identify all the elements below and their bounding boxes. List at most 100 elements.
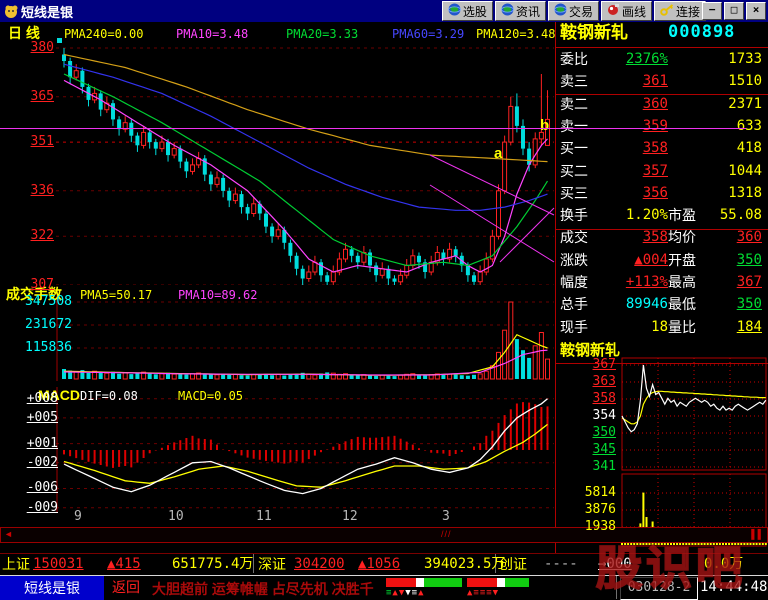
- quote-value: 18: [596, 320, 668, 335]
- quote-value2: 1318: [692, 186, 762, 201]
- close-button[interactable]: ×: [746, 2, 766, 20]
- intraday-price-tick: 345: [584, 442, 616, 457]
- stock-name: 鞍钢新轧: [560, 25, 628, 40]
- intraday-price-tick: 363: [584, 374, 616, 389]
- intraday-volume-tick: 1938: [576, 519, 616, 534]
- status-item: 0.0万: [704, 557, 743, 572]
- minimize-button[interactable]: −: [702, 2, 722, 20]
- month-axis-tick: 12: [342, 509, 358, 524]
- status-item: 651775.4万: [172, 557, 253, 572]
- intraday-price-tick: 367: [584, 357, 616, 372]
- daily-candlestick-chart[interactable]: [0, 22, 556, 285]
- scroll-right-arrow[interactable]: ▌▌: [751, 529, 764, 539]
- draw-line-label: 画线: [622, 3, 646, 20]
- month-axis-tick: 10: [168, 509, 184, 524]
- indicator-pma120: PMA120=3.48: [476, 27, 555, 42]
- quote-value2: 1044: [692, 164, 762, 179]
- price-axis-tick: 322: [14, 228, 54, 243]
- quote-value2[interactable]: 350: [692, 253, 762, 268]
- key-icon: [660, 3, 674, 19]
- draw-icon: [607, 3, 620, 19]
- back-button[interactable]: 返回: [112, 580, 140, 595]
- quote-row-label: 换手: [560, 208, 588, 223]
- status-item[interactable]: ▲415: [107, 557, 141, 572]
- scroll-thumb[interactable]: ///: [441, 529, 452, 539]
- month-axis-tick: 11: [256, 509, 272, 524]
- quote-value[interactable]: 357: [596, 164, 668, 179]
- news-label: 资讯: [516, 3, 540, 20]
- intraday-volume-tick: 3876: [576, 502, 616, 517]
- quote-value[interactable]: +113%: [596, 275, 668, 290]
- market-gauge-1: [386, 578, 462, 587]
- quote-value[interactable]: 361: [596, 74, 668, 89]
- quote-value[interactable]: 2376%: [596, 52, 668, 67]
- macd-axis-tick: -002: [10, 455, 58, 470]
- quote-row-label: 委比: [560, 52, 588, 67]
- indicator-macd: MACD=0.05: [178, 389, 243, 404]
- quote-row-label: 现手: [560, 320, 588, 335]
- gauge-green-segment: [424, 578, 462, 587]
- panel-separator: [556, 94, 768, 95]
- panel-separator: [556, 229, 768, 230]
- quote-value: 89946: [596, 297, 668, 312]
- marquee-text: 大胆超前 运筹帷幄 占尽先机 决胜千里: [152, 579, 380, 597]
- macd-axis-tick: +005: [10, 410, 58, 425]
- status-item[interactable]: 304200: [294, 557, 345, 572]
- volume-axis-tick: 231672: [10, 317, 72, 332]
- intraday-price-tick: 354: [584, 408, 616, 423]
- quote-value[interactable]: 358: [596, 141, 668, 156]
- stock-pick-button[interactable]: 选股: [442, 1, 493, 21]
- scroll-left-arrow[interactable]: ◄: [4, 529, 13, 539]
- status-item[interactable]: →000: [598, 557, 632, 572]
- trade-button[interactable]: 交易: [548, 1, 599, 21]
- trade-label: 交易: [569, 3, 593, 20]
- intraday-price-tick: 358: [584, 391, 616, 406]
- quote-value[interactable]: ▲004: [596, 253, 668, 268]
- connect-button[interactable]: 连接: [654, 1, 706, 21]
- status-item[interactable]: ▲1056: [358, 557, 400, 572]
- quote-value[interactable]: 358: [596, 230, 668, 245]
- date-display: 030128-2: [620, 577, 698, 600]
- quote-value[interactable]: 360: [596, 97, 668, 112]
- gauge-green-segment: [505, 578, 529, 587]
- macd-chart[interactable]: [0, 385, 556, 527]
- news-button[interactable]: 资讯: [495, 1, 546, 21]
- globe-icon: [448, 3, 461, 19]
- stock-app-window: 短线是银 选股 资讯 交易 画线 连接 − □ × 日 线 PMA: [0, 0, 768, 600]
- price-alert-line: [0, 128, 746, 129]
- quote-value2: 1510: [692, 74, 762, 89]
- annotation-a: a: [494, 146, 502, 161]
- quote-value[interactable]: 359: [596, 119, 668, 134]
- gauge-arrows-1: ≡▲▼▼≡▲: [386, 588, 425, 598]
- quote-value: 1.20%: [596, 208, 668, 223]
- bottom-divider: [616, 576, 617, 599]
- quote-row-label: 卖二: [560, 97, 588, 112]
- chart-scrollbar[interactable]: ◄ /// ▌▌: [0, 527, 768, 543]
- draw-line-button[interactable]: 画线: [601, 1, 652, 21]
- stock-pick-label: 选股: [463, 3, 487, 20]
- macd-axis-tick: +001: [10, 436, 58, 451]
- tab-short-term-silver[interactable]: 短线是银: [0, 576, 104, 600]
- status-item[interactable]: 150031: [33, 557, 84, 572]
- panel-separator: [556, 47, 768, 48]
- panel-left-border: [555, 22, 556, 553]
- status-item: ----: [544, 557, 578, 572]
- annotation-b: b: [540, 118, 549, 133]
- quote-value2[interactable]: 367: [692, 275, 762, 290]
- quote-value2: 2371: [692, 97, 762, 112]
- toolbar: 选股 资讯 交易 画线 连接: [442, 1, 706, 21]
- price-axis-tick: 336: [14, 183, 54, 198]
- indicator-pma20: PMA20=3.33: [286, 27, 358, 42]
- quote-value[interactable]: 356: [596, 186, 668, 201]
- time-display: 14:44:48: [700, 577, 766, 598]
- volume-axis-tick: 347508: [10, 294, 72, 309]
- maximize-button[interactable]: □: [724, 2, 744, 20]
- period-label[interactable]: 日 线: [8, 26, 40, 41]
- quote-value2[interactable]: 184: [692, 320, 762, 335]
- quote-value2[interactable]: 350: [692, 297, 762, 312]
- price-axis-tick: 380: [14, 40, 54, 55]
- indicator-vol-pma5: PMA5=50.17: [80, 288, 152, 303]
- indicator-pma10: PMA10=3.48: [176, 27, 248, 42]
- quote-value2[interactable]: 360: [692, 230, 762, 245]
- quote-row-label: 总手: [560, 297, 588, 312]
